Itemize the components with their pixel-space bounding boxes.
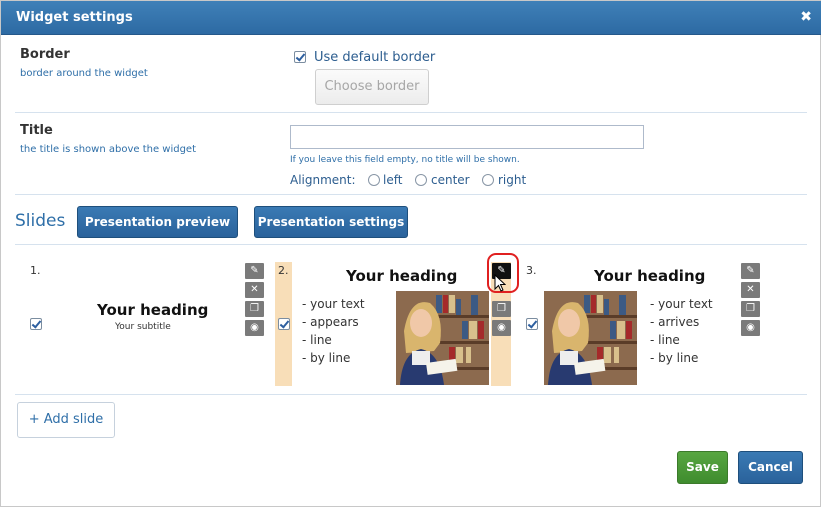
presentation-preview-button[interactable]: Presentation preview: [77, 206, 238, 238]
mouse-cursor-icon: [494, 274, 506, 292]
alignment-center-label[interactable]: center: [431, 173, 470, 187]
slide-bullet: - your text: [302, 297, 365, 311]
slide-number: 2.: [278, 264, 289, 277]
eye-icon[interactable]: ◉: [492, 320, 511, 336]
dialog-titlebar: Widget settings ✖: [1, 1, 821, 35]
presentation-settings-button[interactable]: Presentation settings: [254, 206, 408, 238]
slide-thumbnail[interactable]: Your heading - your text - appears - lin…: [292, 262, 489, 386]
slide-bullet: - line: [302, 333, 332, 347]
title-section-title: Title: [20, 123, 53, 138]
slide-bullet: - line: [650, 333, 680, 347]
slides-label: Slides: [15, 211, 66, 231]
slide-checkbox[interactable]: [278, 318, 290, 330]
slide-thumbnail[interactable]: Your heading - your text - arrives - lin…: [540, 262, 740, 386]
divider: [15, 394, 807, 395]
pencil-icon[interactable]: ✎: [741, 263, 760, 279]
divider: [15, 112, 807, 113]
slide-checkbox[interactable]: [30, 318, 42, 330]
close-icon[interactable]: ✕: [245, 282, 264, 298]
use-default-border-checkbox[interactable]: [294, 51, 306, 63]
title-section-subtitle: the title is shown above the widget: [20, 144, 197, 155]
add-slide-button[interactable]: + Add slide: [17, 402, 115, 438]
alignment-right-radio[interactable]: [482, 174, 494, 186]
alignment-right-label[interactable]: right: [498, 173, 526, 187]
close-icon[interactable]: ✕: [741, 282, 760, 298]
divider: [15, 194, 807, 195]
eye-icon[interactable]: ◉: [245, 320, 264, 336]
widget-settings-dialog: Widget settings ✖ Border border around t…: [0, 0, 821, 507]
slide-heading: Your heading: [594, 267, 706, 285]
slide-number: 1.: [30, 264, 41, 277]
slide-thumbnail[interactable]: Your heading Your subtitle: [44, 262, 244, 386]
slide-bullet: - your text: [650, 297, 713, 311]
copy-icon[interactable]: ❐: [245, 301, 264, 317]
border-subtitle: border around the widget: [20, 68, 148, 79]
use-default-border-label[interactable]: Use default border: [314, 50, 435, 65]
slide-bullet-list: - your text - arrives - line - by line: [650, 295, 713, 367]
student-photo: [544, 291, 637, 385]
slide-bullet: - by line: [302, 351, 351, 365]
border-title: Border: [20, 47, 70, 62]
dialog-title: Widget settings: [16, 10, 133, 25]
eye-icon[interactable]: ◉: [741, 320, 760, 336]
choose-border-button[interactable]: Choose border: [315, 69, 429, 105]
alignment-center-radio[interactable]: [415, 174, 427, 186]
close-icon[interactable]: ✖: [800, 9, 812, 25]
cancel-button[interactable]: Cancel: [738, 451, 803, 484]
student-photo: [396, 291, 489, 385]
pencil-icon[interactable]: ✎: [245, 263, 264, 279]
divider: [15, 244, 807, 245]
slide-checkbox[interactable]: [526, 318, 538, 330]
slide-heading: Your heading: [97, 301, 209, 319]
slide-bullet: - appears: [302, 315, 359, 329]
alignment-left-radio[interactable]: [368, 174, 380, 186]
slide-bullet: - arrives: [650, 315, 700, 329]
alignment-left-label[interactable]: left: [383, 173, 402, 187]
slide-number: 3.: [526, 264, 537, 277]
copy-icon[interactable]: ❐: [492, 301, 511, 317]
slide-bullet: - by line: [650, 351, 699, 365]
save-button[interactable]: Save: [677, 451, 728, 484]
title-hint: If you leave this field empty, no title …: [290, 155, 520, 165]
copy-icon[interactable]: ❐: [741, 301, 760, 317]
slide-subtitle: Your subtitle: [115, 322, 171, 332]
title-input[interactable]: [290, 125, 644, 149]
slide-bullet-list: - your text - appears - line - by line: [302, 295, 365, 367]
alignment-label: Alignment:: [290, 173, 356, 187]
slide-heading: Your heading: [346, 267, 458, 285]
